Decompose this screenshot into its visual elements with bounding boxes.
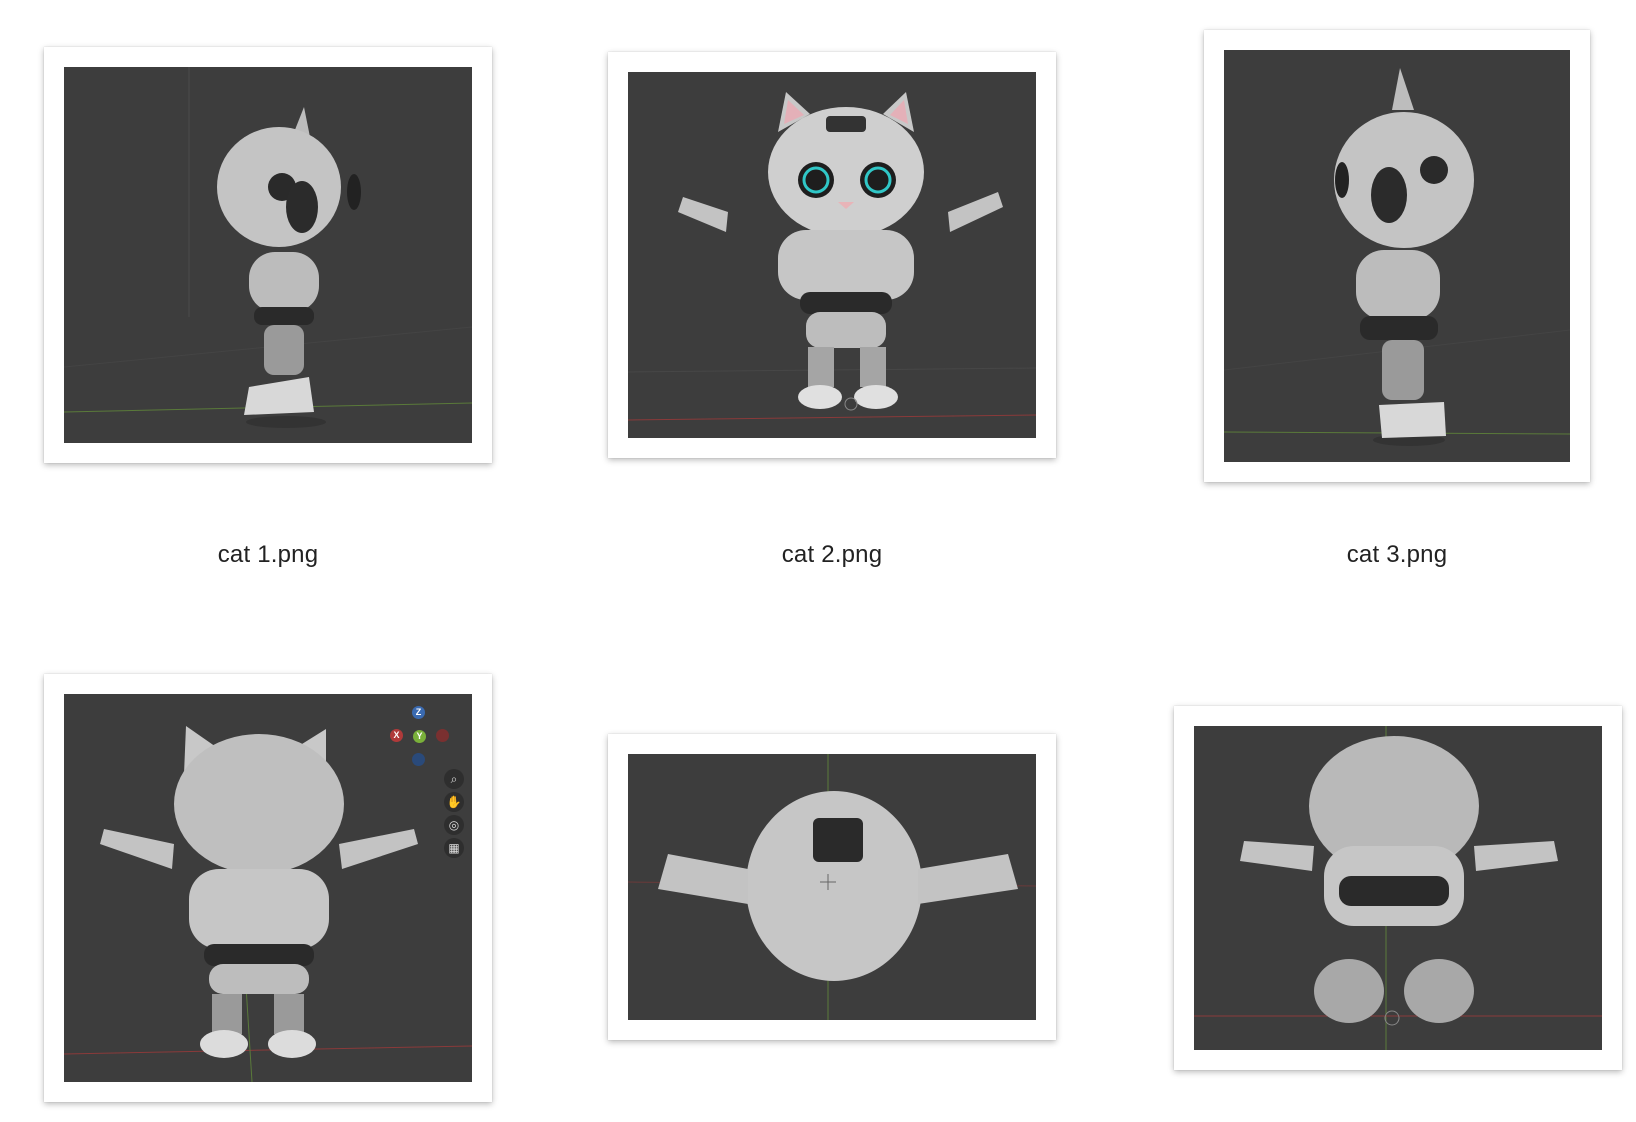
gizmo-x-axis[interactable]: X	[390, 729, 403, 742]
file-name-label: cat 3.png	[1346, 541, 1448, 568]
image-thumbnail[interactable]: Z X Y ⌕ ✋ ◎ ▦	[44, 674, 492, 1102]
robot-cat-front-view	[628, 92, 1036, 421]
grid-view-icon[interactable]: ▦	[444, 838, 464, 858]
file-item-cat-1[interactable]: cat 1.png	[44, 47, 496, 577]
gizmo-x-negative[interactable]	[436, 729, 449, 742]
image-thumbnail[interactable]	[608, 734, 1056, 1040]
zoom-icon[interactable]: ⌕	[444, 769, 464, 789]
render-preview-side-left	[64, 67, 472, 443]
file-item-cat-5[interactable]	[608, 734, 1060, 1044]
render-preview-back: Z X Y ⌕ ✋ ◎ ▦	[64, 694, 472, 1082]
file-item-cat-2[interactable]: cat 2.png	[608, 52, 1060, 577]
gizmo-z-negative[interactable]	[412, 753, 425, 766]
robot-cat-side-view	[64, 67, 472, 428]
render-preview-top	[628, 754, 1036, 1020]
file-name-label: cat 2.png	[781, 541, 883, 568]
file-name-label: cat 1.png	[217, 541, 319, 568]
file-item-cat-3[interactable]: cat 3.png	[1204, 30, 1624, 577]
robot-cat-back-view	[64, 726, 472, 1082]
robot-cat-side-view-right	[1224, 68, 1570, 446]
render-preview-front	[628, 72, 1036, 438]
pan-hand-icon[interactable]: ✋	[444, 792, 464, 812]
gizmo-z-axis[interactable]: Z	[412, 706, 425, 719]
camera-icon[interactable]: ◎	[444, 815, 464, 835]
gizmo-y-axis[interactable]: Y	[413, 730, 426, 743]
file-item-cat-4[interactable]: Z X Y ⌕ ✋ ◎ ▦	[44, 674, 496, 1104]
image-thumbnail[interactable]	[1204, 30, 1590, 482]
robot-cat-bottom-view	[1194, 726, 1602, 1050]
file-item-cat-6[interactable]	[1174, 706, 1626, 1076]
robot-cat-top-view	[628, 754, 1036, 1020]
image-thumbnail[interactable]	[44, 47, 492, 463]
render-preview-side-right	[1224, 50, 1570, 462]
image-thumbnail[interactable]	[1174, 706, 1622, 1070]
image-thumbnail[interactable]	[608, 52, 1056, 458]
render-preview-bottom	[1194, 726, 1602, 1050]
